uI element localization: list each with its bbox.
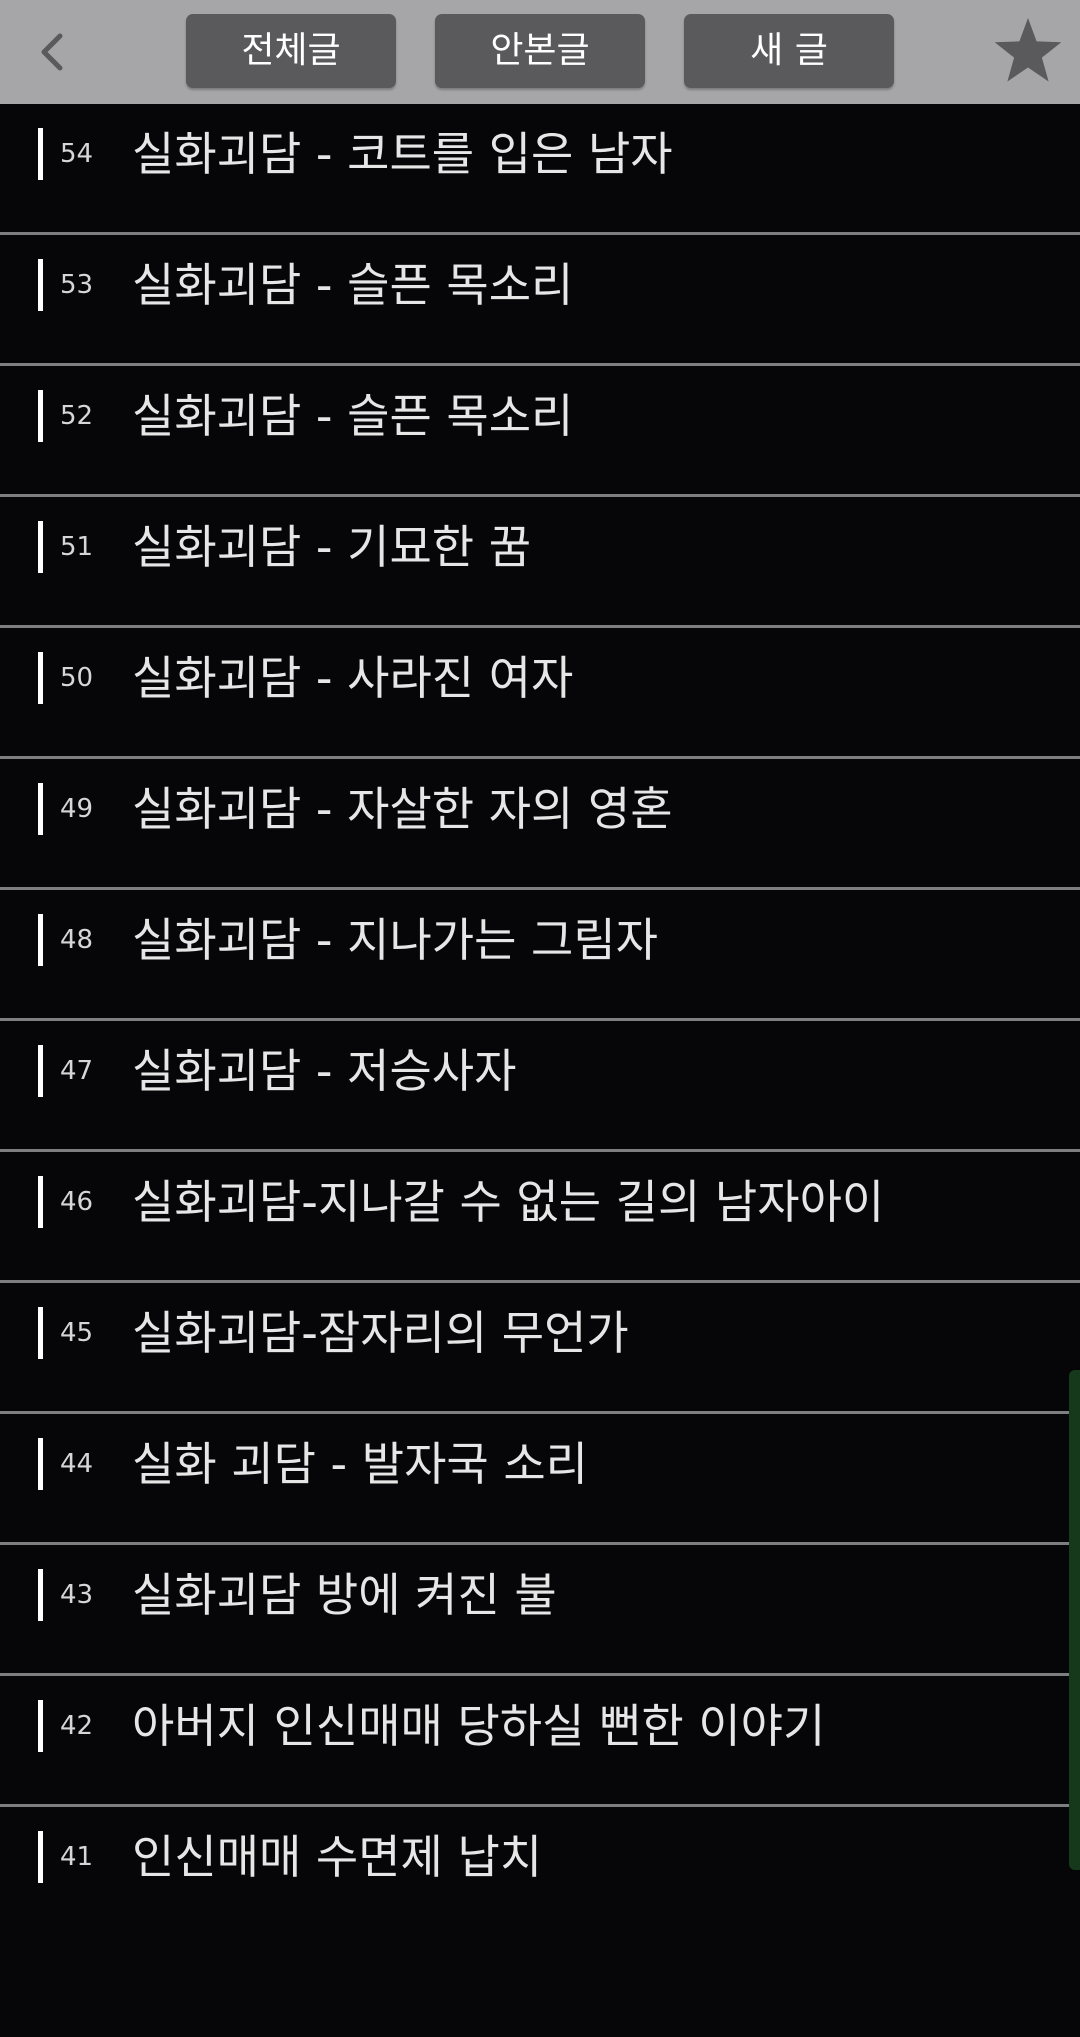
list-item[interactable]: 53 실화괴담 - 슬픈 목소리	[0, 235, 1080, 366]
post-title: 실화괴담 - 슬픈 목소리	[132, 389, 574, 443]
row-marker	[38, 1176, 43, 1228]
row-marker	[38, 390, 43, 442]
tab-unread-posts[interactable]: 안본글	[435, 14, 645, 88]
post-number: 50	[60, 663, 94, 693]
row-marker	[38, 1569, 43, 1621]
post-title: 실화괴담 - 슬픈 목소리	[132, 258, 574, 312]
post-title: 실화괴담 방에 켜진 불	[132, 1568, 557, 1622]
post-title: 아버지 인신매매 당하실 뻔한 이야기	[132, 1699, 826, 1753]
favorite-button[interactable]	[992, 16, 1064, 86]
row-marker	[38, 914, 43, 966]
row-marker	[38, 652, 43, 704]
post-title: 실화괴담-지나갈 수 없는 길의 남자아이	[132, 1175, 885, 1229]
tab-all-posts[interactable]: 전체글	[186, 14, 396, 88]
post-title: 실화괴담 - 코트를 입은 남자	[132, 127, 673, 181]
row-marker	[38, 128, 43, 180]
post-number: 42	[60, 1711, 94, 1741]
row-marker	[38, 1831, 43, 1883]
post-title: 실화 괴담 - 발자국 소리	[132, 1437, 588, 1491]
post-number: 43	[60, 1580, 94, 1610]
chevron-left-icon	[41, 33, 63, 71]
post-number: 46	[60, 1187, 94, 1217]
list-item[interactable]: 51 실화괴담 - 기묘한 꿈	[0, 497, 1080, 628]
post-title: 실화괴담 - 저승사자	[132, 1044, 517, 1098]
post-number: 44	[60, 1449, 94, 1479]
top-bar: 전체글 안본글 새 글	[0, 0, 1080, 104]
post-number: 41	[60, 1842, 94, 1872]
post-number: 47	[60, 1056, 94, 1086]
post-title: 실화괴담 - 지나가는 그림자	[132, 913, 658, 967]
post-number: 49	[60, 794, 94, 824]
row-marker	[38, 1700, 43, 1752]
post-title: 인신매매 수면제 납치	[132, 1830, 543, 1884]
post-list: 54 실화괴담 - 코트를 입은 남자 53 실화괴담 - 슬픈 목소리 52 …	[0, 104, 1080, 1935]
back-button[interactable]	[28, 22, 78, 82]
list-item[interactable]: 47 실화괴담 - 저승사자	[0, 1021, 1080, 1152]
list-item[interactable]: 49 실화괴담 - 자살한 자의 영혼	[0, 759, 1080, 890]
post-number: 51	[60, 532, 94, 562]
row-marker	[38, 521, 43, 573]
post-title: 실화괴담 - 자살한 자의 영혼	[132, 782, 673, 836]
row-marker	[38, 1307, 43, 1359]
list-item[interactable]: 42 아버지 인신매매 당하실 뻔한 이야기	[0, 1676, 1080, 1807]
row-marker	[38, 1045, 43, 1097]
list-item[interactable]: 41 인신매매 수면제 납치	[0, 1807, 1080, 1935]
list-item[interactable]: 48 실화괴담 - 지나가는 그림자	[0, 890, 1080, 1021]
post-number: 54	[60, 139, 94, 169]
list-item[interactable]: 44 실화 괴담 - 발자국 소리	[0, 1414, 1080, 1545]
post-number: 52	[60, 401, 94, 431]
post-title: 실화괴담 - 기묘한 꿈	[132, 520, 532, 574]
list-item[interactable]: 43 실화괴담 방에 켜진 불	[0, 1545, 1080, 1676]
list-item[interactable]: 45 실화괴담-잠자리의 무언가	[0, 1283, 1080, 1414]
post-title: 실화괴담-잠자리의 무언가	[132, 1306, 629, 1360]
scrollbar-thumb[interactable]	[1069, 1370, 1080, 1870]
post-number: 45	[60, 1318, 94, 1348]
list-item[interactable]: 52 실화괴담 - 슬픈 목소리	[0, 366, 1080, 497]
post-number: 48	[60, 925, 94, 955]
post-title: 실화괴담 - 사라진 여자	[132, 651, 574, 705]
row-marker	[38, 1438, 43, 1490]
list-item[interactable]: 50 실화괴담 - 사라진 여자	[0, 628, 1080, 759]
row-marker	[38, 259, 43, 311]
post-number: 53	[60, 270, 94, 300]
list-item[interactable]: 54 실화괴담 - 코트를 입은 남자	[0, 104, 1080, 235]
list-item[interactable]: 46 실화괴담-지나갈 수 없는 길의 남자아이	[0, 1152, 1080, 1283]
star-icon	[994, 18, 1062, 82]
tab-new-posts[interactable]: 새 글	[684, 14, 894, 88]
row-marker	[38, 783, 43, 835]
